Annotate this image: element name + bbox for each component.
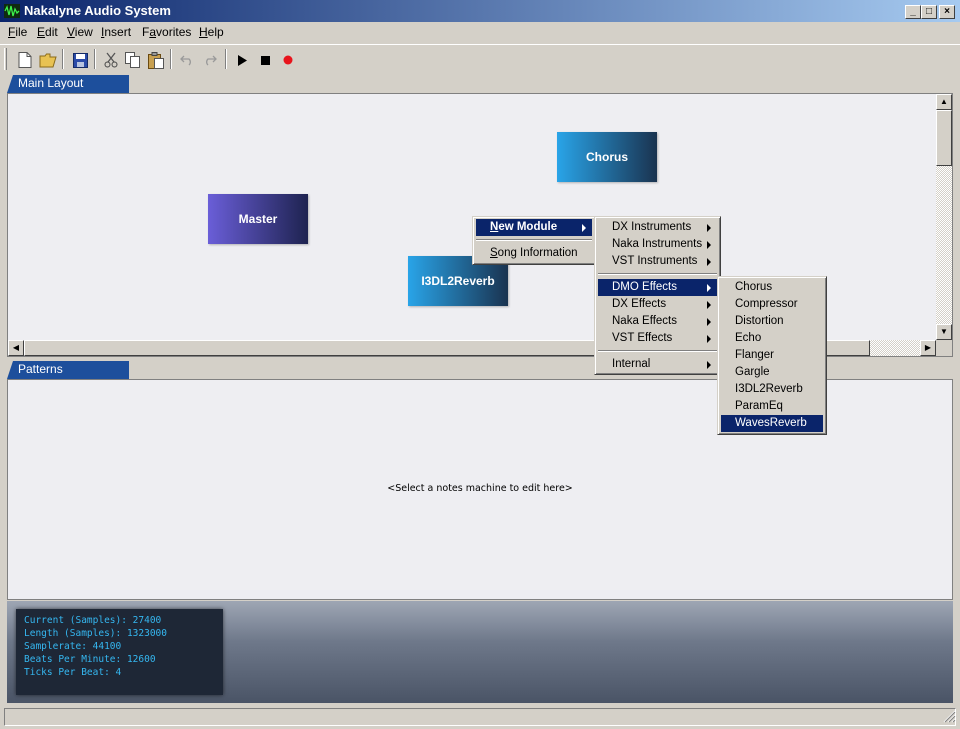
paste-icon[interactable] — [145, 49, 167, 71]
dmo-effects-submenu: Chorus Compressor Distortion Echo Flange… — [717, 276, 827, 435]
menu-item-new-module[interactable]: New Module — [476, 219, 592, 236]
module-master[interactable]: Master — [208, 194, 308, 244]
scrollbar-corner — [936, 340, 952, 356]
copy-icon[interactable] — [122, 49, 144, 71]
current-samples: Current (Samples): 27400 — [24, 615, 162, 626]
toolbar-separator — [225, 49, 227, 69]
toolbar — [0, 44, 960, 72]
resize-grip-icon[interactable] — [943, 710, 956, 723]
redo-icon[interactable] — [199, 49, 221, 71]
minimize-button[interactable]: _ — [905, 5, 921, 19]
menu-item-vst-effects[interactable]: VST Effects — [598, 330, 717, 347]
window-title: Nakalyne Audio System — [24, 3, 171, 18]
submenu-arrow-icon — [707, 335, 711, 343]
menu-item-gargle[interactable]: Gargle — [721, 364, 823, 381]
menu-item-naka-instruments[interactable]: Naka Instruments — [598, 236, 717, 253]
menu-edit[interactable]: Edit — [37, 25, 58, 39]
close-button[interactable]: × — [939, 5, 955, 19]
scroll-up-button[interactable]: ▲ — [936, 94, 952, 110]
menu-separator — [476, 239, 592, 241]
title-bar[interactable]: Nakalyne Audio System _ □ × — [0, 0, 960, 22]
menu-insert[interactable]: Insert — [101, 25, 131, 39]
menu-item-echo[interactable]: Echo — [721, 330, 823, 347]
maximize-button[interactable]: □ — [921, 5, 937, 19]
submenu-arrow-icon — [707, 258, 711, 266]
stop-icon[interactable] — [254, 49, 276, 71]
menu-bar: File Edit View Insert Favorites Help — [0, 22, 960, 42]
info-area: Current (Samples): 27400 Length (Samples… — [7, 601, 953, 703]
tab-patterns[interactable]: Patterns — [7, 361, 129, 379]
scroll-right-button[interactable]: ▶ — [920, 340, 936, 356]
menu-separator — [598, 273, 717, 275]
toolbar-separator — [62, 49, 64, 69]
module-chorus[interactable]: Chorus — [557, 132, 657, 182]
menu-item-chorus[interactable]: Chorus — [721, 279, 823, 296]
submenu-arrow-icon — [707, 318, 711, 326]
undo-icon[interactable] — [176, 49, 198, 71]
submenu-arrow-icon — [707, 224, 711, 232]
app-waveform-icon — [4, 4, 20, 18]
new-module-submenu: DX Instruments Naka Instruments VST Inst… — [594, 216, 721, 375]
menu-item-compressor[interactable]: Compressor — [721, 296, 823, 313]
scroll-down-button[interactable]: ▼ — [936, 324, 952, 340]
context-menu: New Module Song Information — [472, 216, 596, 265]
new-file-icon[interactable] — [14, 49, 36, 71]
menu-file[interactable]: File — [8, 25, 27, 39]
menu-item-dx-instruments[interactable]: DX Instruments — [598, 219, 717, 236]
menu-item-parameq[interactable]: ParamEq — [721, 398, 823, 415]
menu-view[interactable]: View — [67, 25, 93, 39]
menu-item-flanger[interactable]: Flanger — [721, 347, 823, 364]
menu-item-internal[interactable]: Internal — [598, 356, 717, 373]
submenu-arrow-icon — [707, 361, 711, 369]
menu-item-distortion[interactable]: Distortion — [721, 313, 823, 330]
play-icon[interactable] — [231, 49, 253, 71]
record-icon[interactable] — [277, 49, 299, 71]
main-layout-tab-strip — [7, 73, 953, 95]
submenu-arrow-icon — [707, 241, 711, 249]
submenu-arrow-icon — [707, 301, 711, 309]
menu-item-song-information[interactable]: Song Information — [476, 245, 592, 262]
song-info-panel: Current (Samples): 27400 Length (Samples… — [16, 609, 223, 695]
submenu-arrow-icon — [707, 284, 711, 292]
tab-main-layout[interactable]: Main Layout — [7, 75, 129, 93]
cut-icon[interactable] — [100, 49, 122, 71]
length-samples: Length (Samples): 1323000 — [24, 628, 167, 639]
menu-separator — [598, 350, 717, 352]
menu-help[interactable]: Help — [199, 25, 224, 39]
save-icon[interactable] — [69, 49, 91, 71]
patterns-placeholder: <Select a notes machine to edit here> — [387, 483, 573, 494]
menu-item-dx-effects[interactable]: DX Effects — [598, 296, 717, 313]
submenu-arrow-icon — [582, 224, 586, 232]
menu-item-wavesreverb[interactable]: WavesReverb — [721, 415, 823, 432]
toolbar-separator — [170, 49, 172, 69]
samplerate: Samplerate: 44100 — [24, 641, 122, 652]
menu-favorites[interactable]: Favorites — [142, 25, 191, 39]
vertical-scroll-thumb[interactable] — [936, 110, 952, 166]
ticks-per-beat: Ticks Per Beat: 4 — [24, 667, 122, 678]
open-folder-icon[interactable] — [37, 49, 59, 71]
beats-per-minute: Beats Per Minute: 12600 — [24, 654, 156, 665]
scroll-left-button[interactable]: ◀ — [8, 340, 24, 356]
toolbar-grip[interactable] — [4, 48, 7, 70]
menu-item-dmo-effects[interactable]: DMO Effects — [598, 279, 717, 296]
menu-item-i3dl2reverb[interactable]: I3DL2Reverb — [721, 381, 823, 398]
menu-item-naka-effects[interactable]: Naka Effects — [598, 313, 717, 330]
toolbar-separator — [94, 49, 96, 69]
status-panel — [4, 708, 956, 726]
menu-item-vst-instruments[interactable]: VST Instruments — [598, 253, 717, 270]
status-bar — [0, 705, 960, 729]
